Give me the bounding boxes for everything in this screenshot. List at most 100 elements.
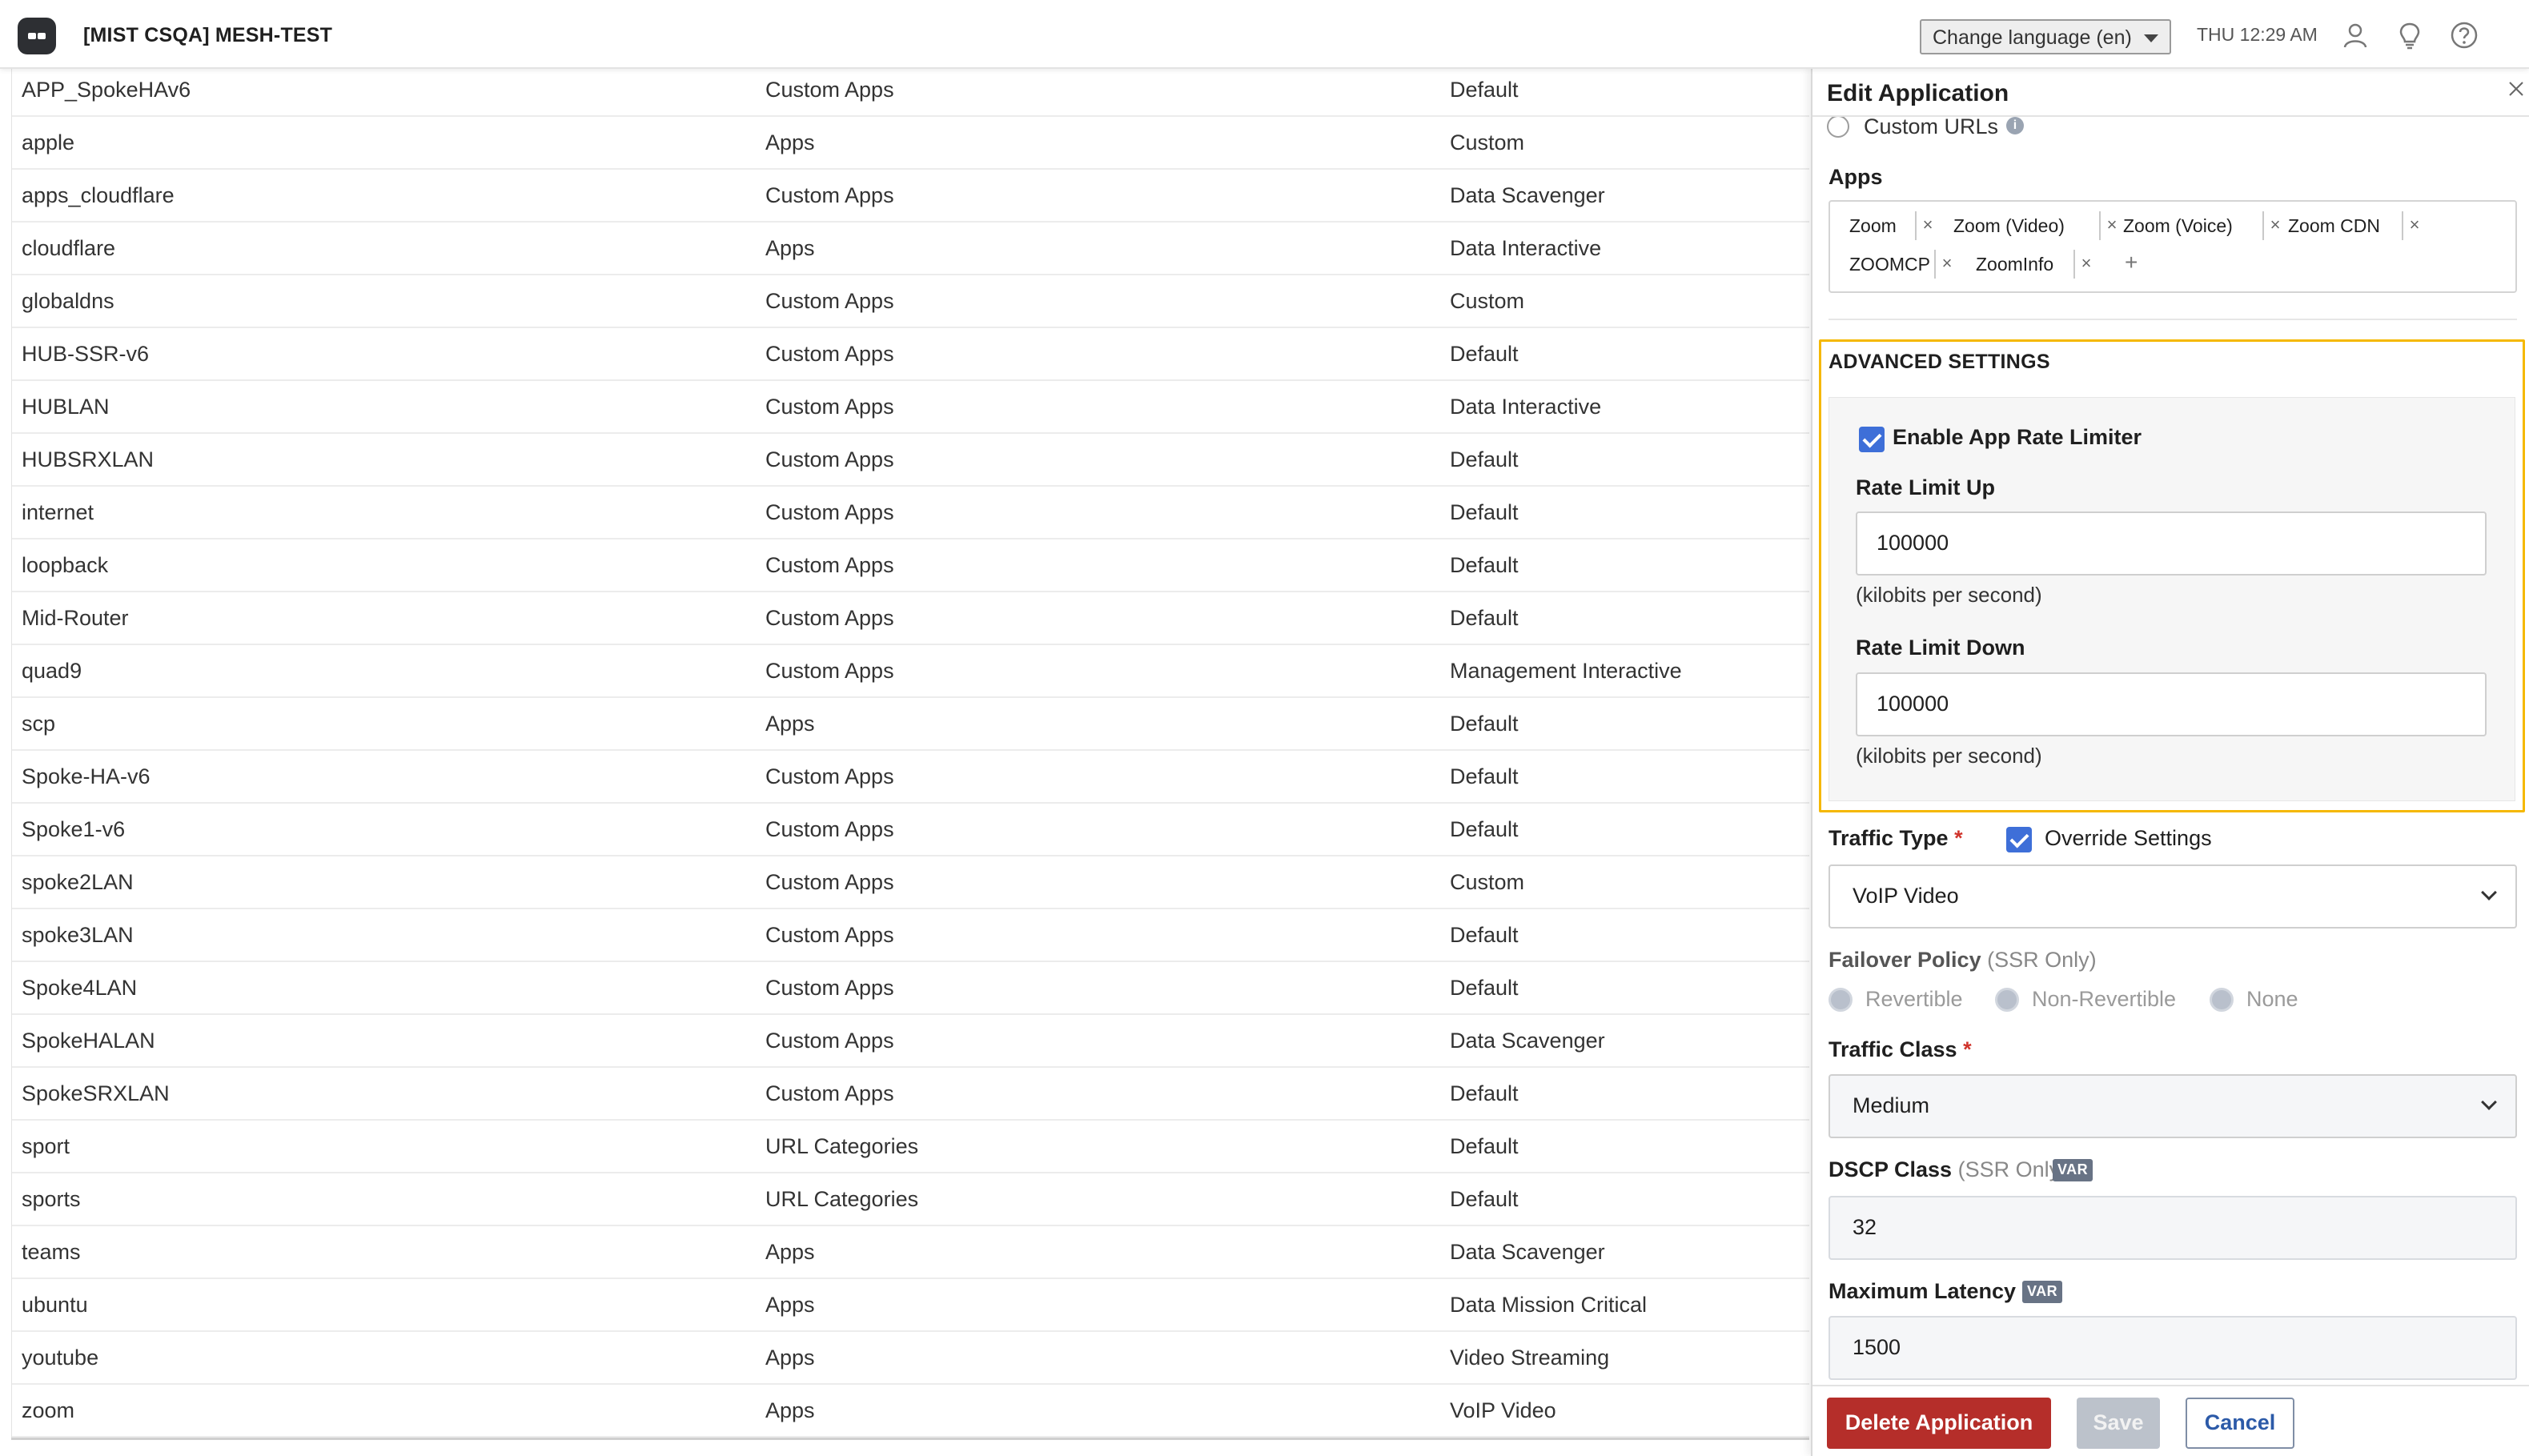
app-type-cell: Apps [765,130,815,154]
dscp-class-label-text: DSCP Class [1829,1157,1953,1181]
info-icon[interactable]: i [2006,117,2024,134]
traffic-type-cell: Default [1450,976,1519,1000]
delete-application-button[interactable]: Delete Application [1827,1398,2051,1449]
remove-chip-icon[interactable]: × [1915,211,1939,240]
panel-title: Edit Application [1827,80,2009,106]
table-row[interactable]: Mid-Router Custom Apps Default [12,592,1809,645]
table-row[interactable]: HUBSRXLAN Custom Apps Default [12,434,1809,487]
failover-policy-label: Failover Policy (SSR Only) [1829,948,2097,973]
app-name-cell: zoom [22,1398,75,1422]
max-latency-input[interactable]: 1500 [1829,1316,2517,1380]
add-app-icon[interactable]: + [2125,250,2138,275]
override-settings-checkbox[interactable] [2006,827,2032,852]
enable-rate-limiter-checkbox[interactable] [1859,427,1885,452]
app-type-cell: Custom Apps [765,606,894,630]
custom-urls-label: Custom URLs [1864,114,1999,138]
table-row[interactable]: sport URL Categories Default [12,1121,1809,1173]
app-name-cell: cloudflare [22,236,116,260]
app-type-cell: Custom Apps [765,764,894,788]
rate-limit-down-input[interactable]: 100000 [1856,672,2487,736]
table-row[interactable]: SpokeHALAN Custom Apps Data Scavenger [12,1015,1809,1068]
failover-policy-label-text: Failover Policy [1829,948,1981,972]
failover-none-radio[interactable] [2210,988,2234,1012]
app-name-cell: youtube [22,1346,99,1370]
table-row[interactable]: Spoke4LAN Custom Apps Default [12,962,1809,1015]
failover-revertible-radio[interactable] [1829,988,1853,1012]
close-icon[interactable] [2507,80,2525,98]
remove-chip-icon[interactable]: × [1934,250,1958,279]
table-row[interactable]: apple Apps Custom [12,117,1809,170]
app-name-cell: APP_SpokeHAv6 [22,78,191,102]
dscp-ssr-only-note: (SSR Only) [1957,1157,2068,1181]
app-name-cell: Mid-Router [22,606,129,630]
section-divider [1829,319,2517,320]
table-row[interactable]: zoom Apps VoIP Video [12,1385,1809,1438]
table-row[interactable]: Spoke1-v6 Custom Apps Default [12,804,1809,856]
help-icon[interactable] [2448,19,2480,51]
app-name-cell: HUB-SSR-v6 [22,342,150,366]
app-type-cell: Custom Apps [765,342,894,366]
rate-limit-up-input[interactable]: 100000 [1856,511,2487,576]
required-mark: * [1954,826,1963,850]
remove-chip-icon[interactable]: × [2262,211,2286,240]
language-select[interactable]: Change language (en) [1920,19,2171,54]
app-name-cell: Spoke4LAN [22,976,138,1000]
table-row[interactable]: cloudflare Apps Data Interactive [12,223,1809,275]
app-type-cell: Apps [765,1240,815,1264]
table-row[interactable]: scp Apps Default [12,698,1809,751]
traffic-type-cell: Default [1450,553,1519,577]
lightbulb-icon[interactable] [2394,19,2426,51]
rate-limit-down-label: Rate Limit Down [1856,636,2025,660]
table-row[interactable]: quad9 Custom Apps Management Interactive [12,645,1809,698]
table-row[interactable]: spoke2LAN Custom Apps Custom [12,856,1809,909]
traffic-type-cell: Default [1450,447,1519,471]
apps-multiselect[interactable]: + Zoom × Zoom (Video) × Zoom (Voice) × Zoom CD… [1829,200,2517,293]
traffic-type-cell: Custom [1450,289,1525,313]
app-type-cell: URL Categories [765,1134,919,1158]
traffic-class-select[interactable]: Medium [1829,1074,2517,1138]
table-row[interactable]: sports URL Categories Default [12,1173,1809,1226]
traffic-type-label-text: Traffic Type [1829,826,1949,850]
remove-chip-icon[interactable]: × [2402,211,2426,240]
remove-chip-icon[interactable]: × [2099,211,2123,240]
app-type-cell: Custom Apps [765,1081,894,1105]
save-button[interactable]: Save [2077,1398,2160,1449]
table-row[interactable]: spoke3LAN Custom Apps Default [12,909,1809,962]
latency-var-badge[interactable]: VAR [2022,1281,2063,1303]
table-row[interactable]: APP_SpokeHAv6 Custom Apps Default [12,64,1809,117]
table-row[interactable]: apps_cloudflare Custom Apps Data Scavenger [12,170,1809,223]
table-row[interactable]: ubuntu Apps Data Mission Critical [12,1279,1809,1332]
traffic-type-cell: Custom [1450,870,1525,894]
app-name-cell: spoke3LAN [22,923,134,947]
traffic-type-select[interactable]: VoIP Video [1829,864,2517,929]
traffic-class-label: Traffic Class * [1829,1037,1972,1062]
cancel-button[interactable]: Cancel [2186,1398,2294,1449]
app-type-cell: Custom Apps [765,659,894,683]
table-row[interactable]: SpokeSRXLAN Custom Apps Default [12,1068,1809,1121]
logo-eye-right [38,33,46,39]
app-name-cell: internet [22,500,94,524]
table-row[interactable]: HUB-SSR-v6 Custom Apps Default [12,328,1809,381]
failover-non-revertible-radio[interactable] [1995,988,2019,1012]
traffic-type-cell: VoIP Video [1450,1398,1556,1422]
table-row[interactable]: youtube Apps Video Streaming [12,1332,1809,1385]
traffic-type-cell: Data Scavenger [1450,1029,1605,1053]
traffic-type-cell: Data Scavenger [1450,183,1605,207]
table-row[interactable]: teams Apps Data Scavenger [12,1226,1809,1279]
custom-urls-radio[interactable] [1827,115,1849,138]
dscp-class-label: DSCP Class (SSR Only) [1829,1157,2067,1182]
table-row[interactable]: loopback Custom Apps Default [12,539,1809,592]
remove-chip-icon[interactable]: × [2073,250,2097,279]
user-icon[interactable] [2339,19,2371,51]
app-name-cell: spoke2LAN [22,870,134,894]
traffic-type-label: Traffic Type * [1829,826,1963,851]
dscp-var-badge[interactable]: VAR [2053,1159,2093,1181]
table-row[interactable]: Spoke-HA-v6 Custom Apps Default [12,751,1809,804]
table-row[interactable]: HUBLAN Custom Apps Data Interactive [12,381,1809,434]
dscp-class-input[interactable]: 32 [1829,1196,2517,1260]
rate-limit-down-hint: (kilobits per second) [1856,744,2042,768]
mist-logo-icon[interactable] [18,18,56,54]
app-chip: Zoom CDN [2288,215,2381,236]
table-row[interactable]: internet Custom Apps Default [12,487,1809,539]
table-row[interactable]: globaldns Custom Apps Custom [12,275,1809,328]
